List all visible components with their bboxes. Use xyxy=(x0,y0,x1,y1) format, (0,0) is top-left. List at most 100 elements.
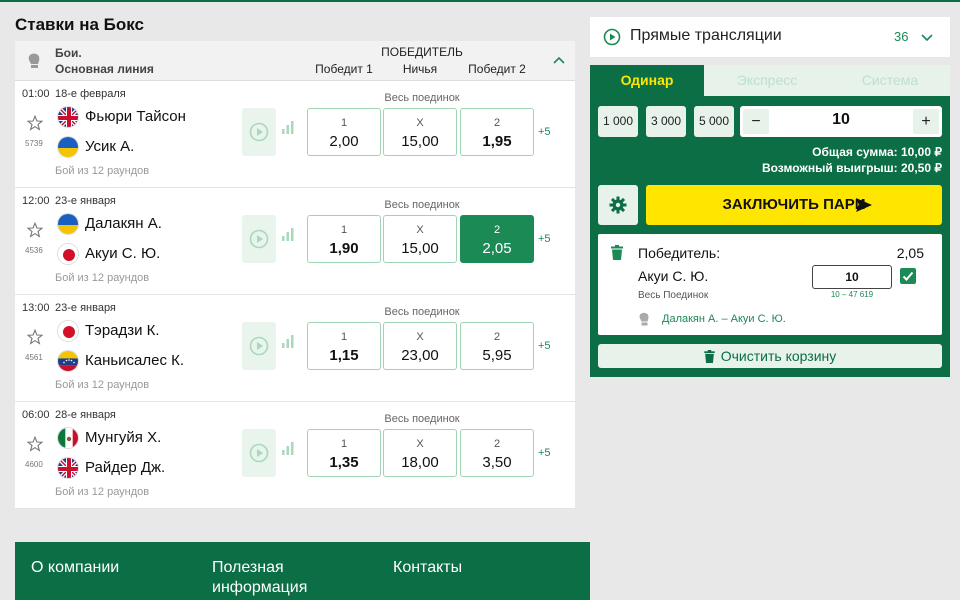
more-markets-link[interactable]: +5 xyxy=(538,126,551,138)
odd-value: 18,00 xyxy=(401,454,439,471)
flag-mexico-icon xyxy=(57,427,79,449)
fighter-1-name[interactable]: Мунгуйя Х. xyxy=(85,429,161,446)
flag-ukraine-icon xyxy=(57,213,79,235)
play-circle-icon xyxy=(249,443,269,463)
odd-win1-button[interactable]: 1 1,90 xyxy=(307,215,381,263)
odd-label: 2 xyxy=(493,117,501,129)
stream-button[interactable] xyxy=(242,215,276,263)
live-streams-panel[interactable]: Прямые трансляции 36 xyxy=(590,17,950,57)
line-label: Основная линия xyxy=(55,62,154,76)
total-amount: Общая сумма: 10,00 ₽ xyxy=(812,145,942,159)
odd-label: 2 xyxy=(493,438,501,450)
odd-value: 2,00 xyxy=(329,133,359,150)
settings-button[interactable] xyxy=(598,185,638,225)
event-time: 12:00 xyxy=(22,195,50,207)
coupon-stake-input[interactable] xyxy=(812,265,892,289)
gear-icon xyxy=(609,196,627,214)
tab-express[interactable]: Экспресс xyxy=(704,65,830,96)
events-header: Бои. Основная линия ПОБЕДИТЕЛЬ Победит 1… xyxy=(15,41,575,81)
clear-cart-button[interactable]: Очистить корзину xyxy=(598,344,942,368)
coupon-stake-range: 10 – 47 619 xyxy=(830,290,874,299)
more-markets-link[interactable]: +5 xyxy=(538,447,551,459)
odd-value: 15,00 xyxy=(401,133,439,150)
tab-single[interactable]: Одинар xyxy=(590,65,704,96)
footer-contacts[interactable]: Контакты xyxy=(393,558,462,578)
odd-win2-button[interactable]: 2 5,95 xyxy=(460,322,534,370)
odd-label: 2 xyxy=(493,331,501,343)
odd-label: X xyxy=(416,438,424,450)
flag-uk-icon xyxy=(57,106,79,128)
event-id: 4561 xyxy=(25,353,43,362)
odd-value: 3,50 xyxy=(482,454,512,471)
stream-button[interactable] xyxy=(242,322,276,370)
quick-stake-1000[interactable]: 1 000 xyxy=(598,106,638,137)
footer-about[interactable]: О компании xyxy=(31,558,119,578)
odd-draw-button[interactable]: X 18,00 xyxy=(383,429,457,477)
event-date: 23-е января xyxy=(55,302,116,314)
fighter-1-name[interactable]: Тэрадзи К. xyxy=(85,322,160,339)
event-rounds: Бой из 12 раундов xyxy=(55,379,150,391)
odd-label: X xyxy=(416,224,424,236)
favorite-star-icon[interactable] xyxy=(27,436,43,452)
quick-stake-5000[interactable]: 5 000 xyxy=(694,106,734,137)
stats-bars-icon[interactable] xyxy=(281,441,295,455)
trash-icon[interactable] xyxy=(611,245,623,260)
odd-win1-button[interactable]: 1 2,00 xyxy=(307,108,381,156)
footer-useful-info[interactable]: Полезная информация xyxy=(212,558,342,598)
odd-draw-button[interactable]: X 15,00 xyxy=(383,108,457,156)
favorite-star-icon[interactable] xyxy=(27,329,43,345)
boxing-glove-icon xyxy=(28,53,40,68)
coupon-match[interactable]: Далакян А. – Акуи С. Ю. xyxy=(662,313,786,325)
more-markets-link[interactable]: +5 xyxy=(538,233,551,245)
fighter-2-name[interactable]: Усик А. xyxy=(85,138,134,155)
odd-win2-button[interactable]: 2 1,95 xyxy=(460,108,534,156)
odd-value: 5,95 xyxy=(482,347,512,364)
increase-stake-button[interactable]: + xyxy=(913,109,939,134)
place-bet-label: ЗАКЛЮЧИТЬ ПАРИ xyxy=(722,196,866,213)
event-date: 28-е января xyxy=(55,409,116,421)
tab-system[interactable]: Система xyxy=(830,65,950,96)
stake-stepper: − 10 + xyxy=(740,106,942,137)
chevron-down-icon[interactable] xyxy=(921,31,933,43)
event-market: Весь поединок xyxy=(384,92,460,104)
play-circle-icon xyxy=(603,28,621,46)
fighter-2-name[interactable]: Каньисалес К. xyxy=(85,352,184,369)
odd-win2-button[interactable]: 2 3,50 xyxy=(460,429,534,477)
stream-button[interactable] xyxy=(242,108,276,156)
stats-bars-icon[interactable] xyxy=(281,334,295,348)
trash-icon xyxy=(704,350,715,363)
coupon-sub-market: Весь Поединок xyxy=(638,290,709,301)
check-icon xyxy=(902,271,914,281)
odd-value: 2,05 xyxy=(482,240,512,257)
favorite-star-icon[interactable] xyxy=(27,115,43,131)
fighter-1-name[interactable]: Далакян А. xyxy=(85,215,162,232)
quick-stake-3000[interactable]: 3 000 xyxy=(646,106,686,137)
odd-value: 1,15 xyxy=(329,347,359,364)
odd-draw-button[interactable]: X 23,00 xyxy=(383,322,457,370)
chevron-up-icon[interactable] xyxy=(553,54,565,66)
place-bet-button[interactable]: ЗАКЛЮЧИТЬ ПАРИ xyxy=(646,185,942,225)
fighter-2-name[interactable]: Райдер Дж. xyxy=(85,459,165,476)
odd-win2-button[interactable]: 2 2,05 xyxy=(460,215,534,263)
odd-value: 1,95 xyxy=(482,133,512,150)
odd-win1-button[interactable]: 1 1,15 xyxy=(307,322,381,370)
event-row: 13:00 23-е января 4561 Тэрадзи К. Каньис… xyxy=(15,295,575,402)
favorite-star-icon[interactable] xyxy=(27,222,43,238)
stream-button[interactable] xyxy=(242,429,276,477)
event-market: Весь поединок xyxy=(384,306,460,318)
stake-value[interactable]: 10 xyxy=(774,111,908,129)
odd-label: 2 xyxy=(493,224,501,236)
stats-bars-icon[interactable] xyxy=(281,120,295,134)
col-draw: Ничья xyxy=(402,62,438,76)
live-title: Прямые трансляции xyxy=(630,27,782,44)
fighter-2-name[interactable]: Акуи С. Ю. xyxy=(85,245,160,262)
coupon-checkbox[interactable] xyxy=(900,268,916,284)
fighter-1-name[interactable]: Фьюри Тайсон xyxy=(85,108,186,125)
odd-win1-button[interactable]: 1 1,35 xyxy=(307,429,381,477)
more-markets-link[interactable]: +5 xyxy=(538,340,551,352)
decrease-stake-button[interactable]: − xyxy=(743,109,769,134)
flag-japan-icon xyxy=(57,320,79,342)
flag-japan-icon xyxy=(57,243,79,265)
odd-draw-button[interactable]: X 15,00 xyxy=(383,215,457,263)
stats-bars-icon[interactable] xyxy=(281,227,295,241)
